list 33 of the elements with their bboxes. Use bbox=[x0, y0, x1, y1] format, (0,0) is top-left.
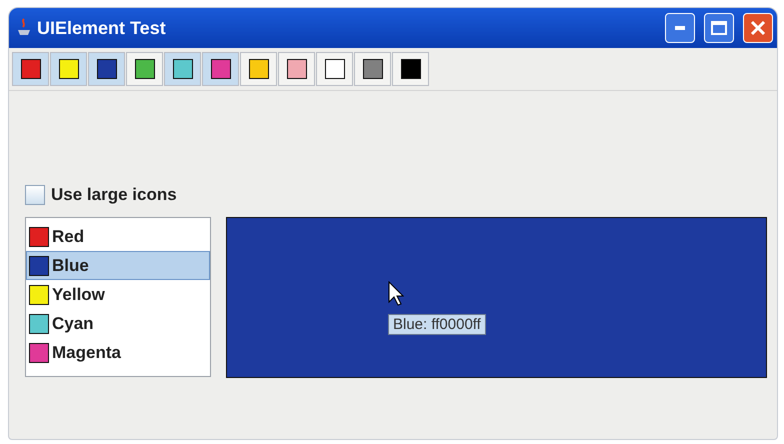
minimize-icon bbox=[675, 26, 685, 30]
color-button[interactable] bbox=[316, 52, 353, 86]
maximize-icon bbox=[711, 21, 727, 35]
maximize-button[interactable] bbox=[704, 13, 734, 43]
list-item-label: Magenta bbox=[52, 342, 121, 362]
color-button[interactable] bbox=[164, 52, 201, 86]
color-button[interactable] bbox=[278, 52, 315, 86]
list-item[interactable]: Yellow bbox=[26, 280, 210, 309]
color-button[interactable] bbox=[240, 52, 277, 86]
list-item[interactable]: Magenta bbox=[26, 338, 210, 367]
close-button[interactable] bbox=[743, 13, 773, 43]
list-item[interactable]: Cyan bbox=[26, 309, 210, 338]
tooltip: Blue: ff0000ff bbox=[388, 314, 486, 335]
list-item[interactable]: Red bbox=[26, 222, 210, 251]
color-button[interactable] bbox=[354, 52, 391, 86]
list-item-label: Blue bbox=[52, 256, 89, 276]
color-button[interactable] bbox=[88, 52, 125, 86]
list-item-label: Red bbox=[52, 226, 84, 246]
color-button[interactable] bbox=[392, 52, 429, 86]
list-item-label: Cyan bbox=[52, 314, 94, 334]
color-button[interactable] bbox=[12, 52, 49, 86]
color-button[interactable] bbox=[50, 52, 87, 86]
minimize-button[interactable] bbox=[665, 13, 695, 43]
cup-icon bbox=[17, 18, 31, 38]
list-item-label: Yellow bbox=[52, 284, 105, 304]
color-button[interactable] bbox=[202, 52, 239, 86]
window-title: UIElement Test bbox=[37, 18, 167, 38]
checkbox[interactable] bbox=[25, 185, 45, 205]
list-item[interactable]: Blue bbox=[26, 251, 210, 280]
checkbox-label: Use large icons bbox=[51, 185, 177, 205]
color-button[interactable] bbox=[126, 52, 163, 86]
cursor-icon bbox=[388, 281, 404, 307]
close-icon bbox=[750, 20, 766, 36]
